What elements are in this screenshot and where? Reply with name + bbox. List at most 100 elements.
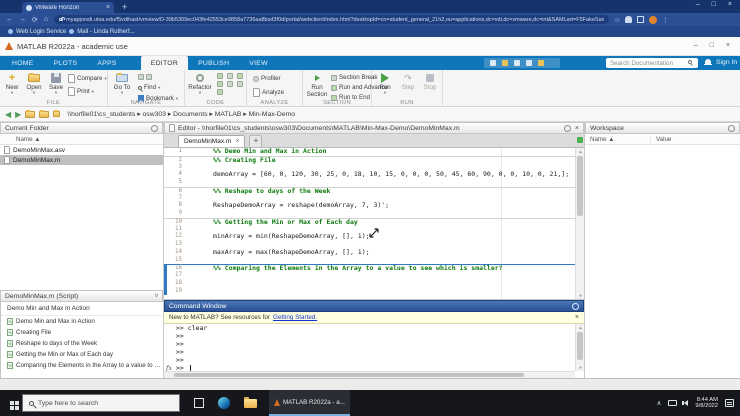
panel-menu-icon[interactable] xyxy=(728,124,735,132)
code-line[interactable]: 14 maxArray = max(ReshapeDemoArray, [], … xyxy=(164,248,575,257)
analyze-button[interactable]: Analyze xyxy=(253,88,284,97)
search-icon[interactable] xyxy=(688,60,692,64)
save-icon[interactable] xyxy=(490,60,496,66)
volume-icon[interactable] xyxy=(682,400,689,406)
code-editor[interactable]: 1 %% Demo Min and Max in Action 2 %% Cre… xyxy=(164,148,575,299)
browse-folder-icon[interactable] xyxy=(39,109,50,118)
notification-bell-icon[interactable] xyxy=(624,16,632,23)
run-button[interactable]: Run ▾ xyxy=(375,72,395,95)
new-button[interactable]: + New ▾ xyxy=(2,72,22,95)
getting-started-link[interactable]: Getting Started. xyxy=(273,314,317,321)
edge-browser-icon[interactable] xyxy=(218,397,230,409)
script-section-item[interactable]: % Comparing the Elements in the Array to… xyxy=(1,360,163,371)
home-icon[interactable]: ⌂ xyxy=(44,16,48,23)
code-line[interactable]: 18 xyxy=(164,278,575,288)
smart-indent-icon[interactable] xyxy=(237,81,243,87)
bookmark-star-icon[interactable]: ☆ xyxy=(614,16,620,24)
run-section-button[interactable]: Run Section xyxy=(304,72,330,98)
banner-close-icon[interactable]: × xyxy=(575,314,579,321)
code-line[interactable]: 19 xyxy=(164,286,575,296)
scroll-up-icon[interactable]: ▲ xyxy=(577,149,584,154)
open-button[interactable]: Open ▾ xyxy=(24,72,44,95)
editor-menu-icon[interactable] xyxy=(563,124,571,132)
browser-menu-icon[interactable]: ⋮ xyxy=(662,16,669,24)
cut-icon[interactable] xyxy=(502,60,508,66)
matlab-maximize-button[interactable]: □ xyxy=(710,42,714,49)
workspace-name-column[interactable]: Name ▲ xyxy=(585,135,651,143)
ribbon-tab[interactable]: HOME xyxy=(2,56,44,70)
editor-scrollbar[interactable]: ▲ ▼ xyxy=(575,148,584,299)
taskbar-search-box[interactable]: Type here to search xyxy=(22,394,180,412)
profiler-button[interactable]: Profiler xyxy=(253,74,284,83)
forward-icon[interactable]: → xyxy=(19,16,26,23)
action-center-icon[interactable] xyxy=(725,399,734,407)
print-button[interactable]: Print ▾ xyxy=(68,87,107,96)
redo-icon[interactable] xyxy=(526,60,532,66)
help-icon[interactable] xyxy=(538,60,544,66)
uncomment-icon[interactable] xyxy=(227,73,233,79)
code-line[interactable]: 2 %% Creating File xyxy=(164,155,575,164)
file-details-header[interactable]: DemoMinMax.m (Script) v xyxy=(0,290,163,302)
workspace-value-column[interactable]: Value xyxy=(651,136,671,143)
code-line[interactable]: 16 %% Comparing the Elements in the Arra… xyxy=(164,264,575,272)
comment-icon[interactable] xyxy=(217,73,223,79)
back-bookmark-icon[interactable] xyxy=(138,73,144,80)
clock[interactable]: 8:44 AM 9/8/2022 xyxy=(695,397,718,410)
matlab-close-button[interactable]: × xyxy=(726,42,730,49)
tab-close-icon[interactable]: × xyxy=(235,138,239,145)
start-button[interactable] xyxy=(10,401,14,405)
code-line[interactable]: 5 xyxy=(164,179,575,187)
code-line[interactable]: 6 %% Reshape to days of the Week xyxy=(164,186,575,195)
network-icon[interactable] xyxy=(668,400,678,406)
folder-up-icon[interactable] xyxy=(25,109,36,118)
scroll-down-icon[interactable]: ▼ xyxy=(577,293,584,298)
matlab-minimize-button[interactable]: – xyxy=(694,42,698,49)
tab-close-icon[interactable]: × xyxy=(106,4,110,11)
refactor-button[interactable]: Refactor ▾ xyxy=(187,72,213,95)
folder-breadcrumb[interactable]: \\horfile01\cs_students ▸ osw303 ▸ Docum… xyxy=(67,110,295,118)
file-explorer-icon[interactable] xyxy=(244,396,257,408)
bookmark-item[interactable]: Mail - Linda Rutherf... xyxy=(69,29,135,35)
ribbon-tab[interactable]: APPS xyxy=(87,56,126,70)
find-button[interactable]: Find ▾ xyxy=(138,83,178,92)
code-line[interactable]: 1 %% Demo Min and Max in Action xyxy=(164,148,575,156)
code-options-icon[interactable] xyxy=(217,89,223,95)
code-line[interactable]: 10 %% Getting the Min or Max of Each day xyxy=(164,217,575,226)
scroll-up-icon[interactable]: ▲ xyxy=(577,325,584,330)
code-line[interactable]: 17 xyxy=(164,271,575,280)
ribbon-tab[interactable]: PUBLISH xyxy=(188,56,239,70)
command-window-hscrollbar[interactable] xyxy=(164,371,575,378)
script-section-item[interactable]: % Getting the Min or Max of Each day xyxy=(1,349,163,360)
back-icon[interactable]: ← xyxy=(6,16,13,23)
ribbon-tab[interactable]: EDITOR xyxy=(140,56,189,70)
panel-menu-icon[interactable] xyxy=(151,124,158,132)
code-analyzer-indicator[interactable] xyxy=(576,137,583,143)
scroll-down-icon[interactable]: ▼ xyxy=(577,365,584,370)
reload-icon[interactable]: ⟳ xyxy=(32,16,38,24)
editor-close-icon[interactable]: × xyxy=(575,125,579,132)
tray-overflow-icon[interactable]: ∧ xyxy=(657,399,662,407)
command-window-vscrollbar[interactable]: ▲ ▼ xyxy=(575,324,584,371)
task-view-icon[interactable] xyxy=(194,398,204,408)
panel-menu-icon[interactable] xyxy=(572,302,579,310)
editor-file-tab[interactable]: DemoMinMax.m × xyxy=(178,135,246,147)
ribbon-tab[interactable]: VIEW xyxy=(239,56,278,70)
compare-button[interactable]: Compare ▾ xyxy=(68,74,107,83)
command-window-console[interactable]: >> clear >> >> >> >> fx >> xyxy=(164,324,575,371)
scrollbar-thumb[interactable] xyxy=(577,156,583,216)
browser-minimize-button[interactable]: – xyxy=(696,1,700,8)
script-section-item[interactable]: % Creating File xyxy=(1,327,163,338)
file-row[interactable]: DemoMinMax.asv xyxy=(0,145,163,155)
step-button[interactable]: ↷ Step xyxy=(398,72,418,91)
code-line[interactable]: 8 ReshapeDemoArray = reshape(demoArray, … xyxy=(164,201,575,210)
profile-avatar[interactable] xyxy=(648,15,657,24)
outdent-icon[interactable] xyxy=(227,81,233,87)
ribbon-tab[interactable]: PLOTS xyxy=(44,56,88,70)
bell-icon[interactable] xyxy=(704,59,712,65)
indent-icon[interactable] xyxy=(217,81,223,87)
forward-bookmark-icon[interactable] xyxy=(146,73,152,80)
folder-back-icon[interactable]: ◀ xyxy=(5,110,11,119)
wrap-comments-icon[interactable] xyxy=(237,73,243,79)
browser-tab[interactable]: VMware Horizon × xyxy=(22,2,114,13)
folder-forward-icon[interactable]: ▶ xyxy=(15,110,21,119)
